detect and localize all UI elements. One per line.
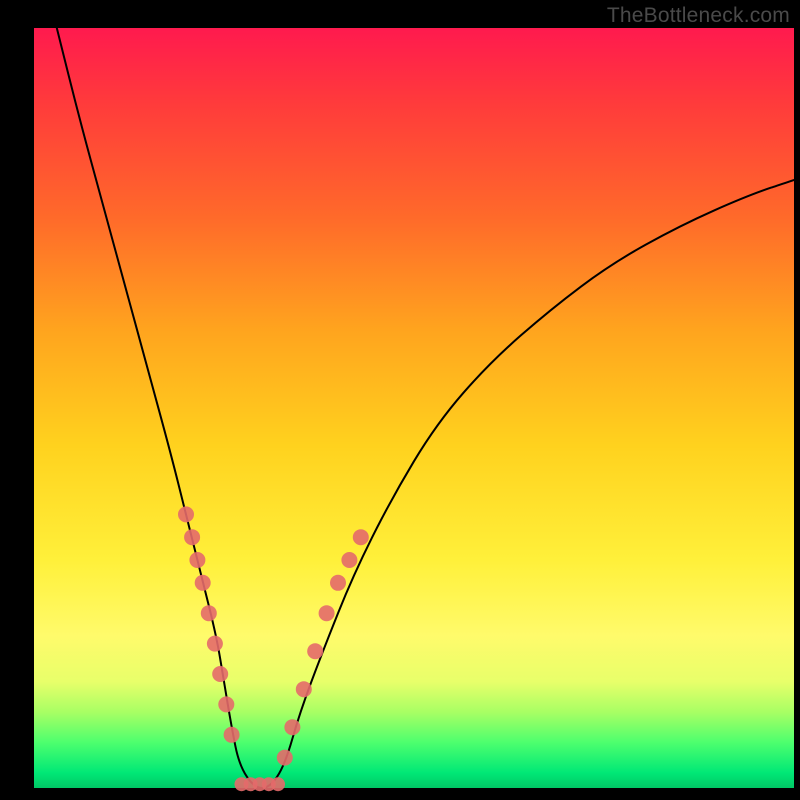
outer-frame: TheBottleneck.com bbox=[0, 0, 800, 800]
marker-dot bbox=[201, 605, 217, 621]
watermark-text: TheBottleneck.com bbox=[607, 4, 790, 28]
marker-dot bbox=[207, 636, 223, 652]
marker-dot bbox=[195, 575, 211, 591]
marker-dot bbox=[178, 506, 194, 522]
marker-group bbox=[178, 506, 369, 791]
marker-dot bbox=[271, 777, 285, 791]
marker-dot bbox=[184, 529, 200, 545]
bottleneck-curve bbox=[57, 28, 794, 788]
curve-layer bbox=[0, 0, 800, 800]
marker-dot bbox=[212, 666, 228, 682]
marker-dot bbox=[353, 529, 369, 545]
marker-dot bbox=[189, 552, 205, 568]
marker-dot bbox=[218, 696, 234, 712]
marker-dot bbox=[277, 750, 293, 766]
marker-dot bbox=[341, 552, 357, 568]
marker-dot bbox=[319, 605, 335, 621]
marker-dot bbox=[284, 719, 300, 735]
marker-dot bbox=[296, 681, 312, 697]
marker-dot bbox=[307, 643, 323, 659]
marker-dot bbox=[224, 727, 240, 743]
marker-dot bbox=[330, 575, 346, 591]
